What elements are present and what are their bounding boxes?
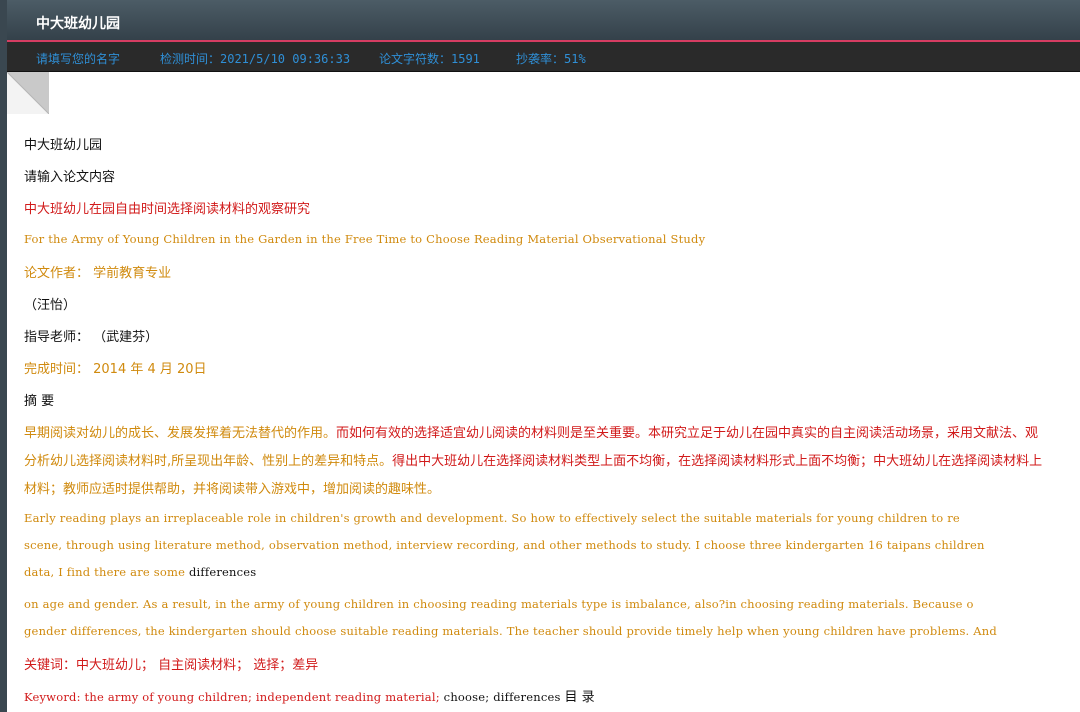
doc-advisor: 指导老师： （武建芬）: [24, 330, 159, 345]
doc-title-en: For the Army of Young Children in the Ga…: [24, 232, 706, 246]
doc-abstract-en-line3: data, I find there are some differences: [24, 565, 256, 579]
doc-abstract-en-line1: Early reading plays an irreplaceable rol…: [24, 511, 960, 525]
doc-content-prompt: 请输入论文内容: [24, 170, 116, 185]
abstract-en-segment: differences: [188, 565, 257, 579]
name-input-prompt[interactable]: 请填写您的名字: [36, 50, 120, 67]
doc-author-name: （汪怡）: [24, 298, 77, 313]
doc-abstract-en-line2: scene, through using literature method, …: [24, 538, 985, 552]
doc-toc-heading: 目 录: [564, 690, 595, 705]
doc-keywords-en: Keyword: the army of young children; ind…: [24, 686, 595, 705]
doc-keywords-cn: 关键词：中大班幼儿； 自主阅读材料； 选择；差异: [24, 658, 319, 673]
doc-abstract-heading: 摘 要: [24, 394, 55, 409]
doc-abstract-en-line4: on age and gender. As a result, in the a…: [24, 597, 974, 611]
plagiarism-rate: 抄袭率：51%: [516, 52, 586, 66]
abstract-cn-segment: 分析幼儿选择阅读材料时,所呈现出年龄、性别上的差异和特点。: [24, 454, 393, 469]
abstract-cn-segment: 早期阅读对幼儿的成长、发展发挥着无法替代的作用。: [24, 426, 337, 441]
abstract-cn-segment: 得出中大班幼儿在选择阅读材料类型上面不均衡，在选择阅读材料形式上面不均衡；中大班…: [392, 454, 1043, 469]
info-bar: 请填写您的名字 检测时间：2021/5/10 09:36:33 论文字符数：15…: [7, 42, 1080, 72]
doc-abstract-cn-line1: 早期阅读对幼儿的成长、发展发挥着无法替代的作用。而如何有效的选择适宜幼儿阅读的材…: [24, 422, 1038, 441]
abstract-cn-segment: 而如何有效的选择适宜幼儿阅读的材料则是至关重要。本研究立足于幼儿在园中真实的自主…: [336, 426, 1039, 441]
title-bar: 中大班幼儿园: [7, 0, 1080, 42]
window-frame: [0, 0, 7, 712]
keywords-en-segment: Keyword: the army of young children; ind…: [24, 690, 444, 704]
window-title: 中大班幼儿园: [36, 16, 120, 32]
doc-author: 论文作者： 学前教育专业: [24, 266, 172, 281]
char-count: 论文字符数：1591: [379, 52, 480, 66]
doc-completion-date: 完成时间： 2014 年 4 月 20日: [24, 362, 207, 377]
doc-abstract-cn-line3: 材料；教师应适时提供帮助，并将阅读带入游戏中，增加阅读的趣味性。: [24, 482, 441, 497]
doc-abstract-en-line5: gender differences, the kindergarten sho…: [24, 624, 997, 638]
doc-abstract-cn-line2: 分析幼儿选择阅读材料时,所呈现出年龄、性别上的差异和特点。得出中大班幼儿在选择阅…: [24, 450, 1042, 469]
abstract-en-segment: data, I find there are some: [24, 565, 189, 579]
page-fold-icon: [6, 71, 50, 115]
doc-school-name: 中大班幼儿园: [24, 138, 103, 153]
check-time: 检测时间：2021/5/10 09:36:33: [160, 52, 351, 66]
doc-title-cn: 中大班幼儿在园自由时间选择阅读材料的观察研究: [24, 202, 311, 217]
keywords-en-segment: choose; differences: [443, 690, 565, 704]
